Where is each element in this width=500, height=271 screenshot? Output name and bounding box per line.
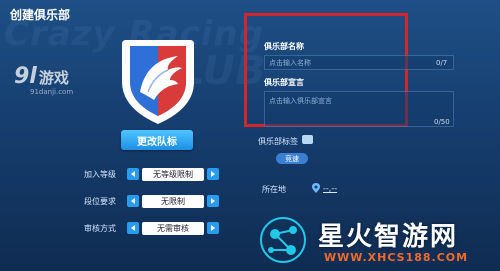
club-tags-label: 俱乐部标签 [258,137,298,146]
tag-chip[interactable]: 竞速 [276,153,308,164]
prev-arrow-icon[interactable] [127,222,139,234]
prev-arrow-icon[interactable] [127,168,139,180]
club-emblem-icon[interactable] [108,30,208,130]
tag-edit-icon[interactable] [302,135,313,144]
page-title: 创建俱乐部 [10,8,71,22]
setting-value: 无需审核 [142,221,204,235]
setting-value: 无等级限制 [142,167,204,181]
club-name-counter: 0/7 [436,59,448,67]
location-label: 所在地 [262,185,286,194]
club-declaration-counter: 0/50 [434,118,450,126]
watermark-logo-text: 游戏 [38,69,69,87]
site-url: WWW.XHCS188.COM [324,251,469,264]
setting-label: 加入等级 [84,169,116,179]
prev-arrow-icon[interactable] [127,195,139,207]
watermark-logo-number: 9l [14,64,37,89]
watermark-url: 91danji.com [30,88,74,96]
club-name-input[interactable]: 点击输入名称 [264,55,454,70]
club-declaration-input[interactable]: 点击输入俱乐部宣言 [264,91,454,127]
setting-label: 审核方式 [84,223,116,233]
next-arrow-icon[interactable] [207,222,219,234]
setting-row-review: 审核方式 无需审核 [84,220,226,236]
next-arrow-icon[interactable] [207,168,219,180]
setting-row-rank: 段位要求 无限制 [84,193,226,209]
setting-row-join-level: 加入等级 无等级限制 [84,166,226,182]
club-name-label: 俱乐部名称 [264,42,304,51]
site-logo-icon [260,217,306,263]
location-value[interactable]: --,-- [323,184,337,193]
site-name: 星火智游网 [318,222,459,252]
site-watermark-logo: 9l 游戏 [14,64,69,89]
setting-label: 段位要求 [84,196,116,206]
club-declaration-label: 俱乐部宣言 [264,78,304,87]
setting-value: 无限制 [142,194,204,208]
edit-emblem-button[interactable]: 更改队标 [121,130,193,150]
location-pin-icon [312,183,320,193]
next-arrow-icon[interactable] [207,195,219,207]
